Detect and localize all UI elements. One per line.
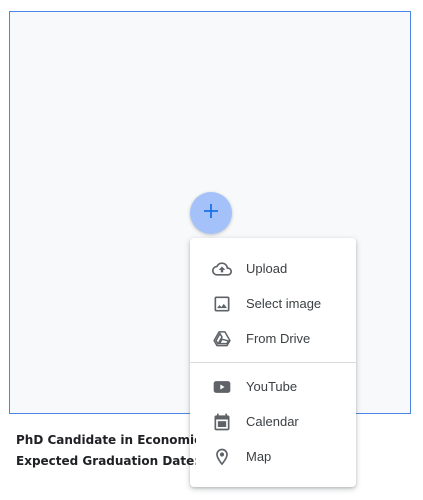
drive-icon: [212, 329, 232, 349]
map-pin-icon: [212, 447, 232, 467]
menu-divider: [190, 362, 356, 363]
image-icon: [212, 294, 232, 314]
youtube-icon: [212, 377, 232, 397]
menu-item-label: Upload: [246, 261, 288, 276]
menu-item-map[interactable]: Map: [190, 439, 356, 474]
menu-item-from-drive[interactable]: From Drive: [190, 321, 356, 356]
insert-menu: Upload Select image From Drive YouTube C…: [190, 238, 356, 487]
plus-icon: [202, 202, 220, 225]
cloud-upload-icon: [212, 259, 232, 279]
profile-title-text: PhD Candidate in Economics: [16, 433, 196, 447]
menu-item-label: YouTube: [246, 379, 298, 394]
menu-item-label: Map: [246, 449, 272, 464]
graduation-date-text: Expected Graduation Date: Mo: [16, 454, 196, 468]
menu-item-youtube[interactable]: YouTube: [190, 369, 356, 404]
calendar-icon: [212, 412, 232, 432]
page-body-text: PhD Candidate in Economics Expected Grad…: [16, 430, 196, 472]
menu-item-label: From Drive: [246, 331, 311, 346]
menu-item-select-image[interactable]: Select image: [190, 286, 356, 321]
menu-item-label: Calendar: [246, 414, 299, 429]
menu-item-upload[interactable]: Upload: [190, 251, 356, 286]
menu-item-calendar[interactable]: Calendar: [190, 404, 356, 439]
menu-item-label: Select image: [246, 296, 322, 311]
add-content-button[interactable]: [190, 192, 232, 234]
